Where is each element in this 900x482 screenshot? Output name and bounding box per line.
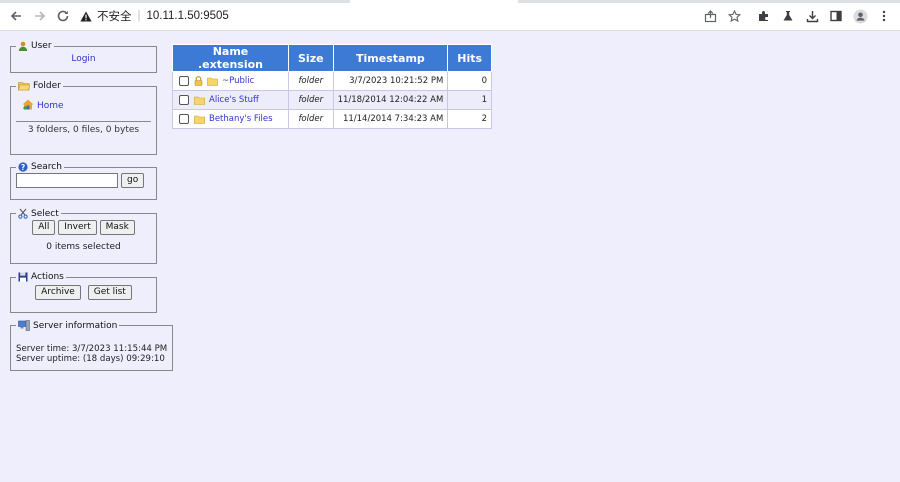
scissors-icon xyxy=(18,208,28,219)
actions-panel-title: Actions xyxy=(31,272,64,282)
search-input[interactable] xyxy=(16,173,118,188)
row-checkbox[interactable] xyxy=(179,76,189,86)
server-time: Server time: 3/7/2023 11:15:44 PM xyxy=(16,344,168,354)
file-timestamp: 11/18/2014 12:04:22 AM xyxy=(332,90,449,110)
profile-avatar-icon[interactable] xyxy=(850,7,870,25)
search-panel: ? Search go xyxy=(10,162,157,200)
actions-panel: Actions Archive Get list xyxy=(10,272,157,313)
file-timestamp: 3/7/2023 10:21:52 PM xyxy=(332,71,449,91)
server-info-legend: Server information xyxy=(16,320,119,331)
file-hits: 2 xyxy=(447,109,493,129)
server-info-panel: Server information Server time: 3/7/2023… xyxy=(10,320,174,371)
table-header-row: Name .extension Size Timestamp Hits xyxy=(172,44,493,72)
folder-panel-title: Folder xyxy=(33,81,61,91)
forward-arrow-icon xyxy=(35,11,46,21)
row-checkbox[interactable] xyxy=(179,114,189,124)
folder-icon xyxy=(194,115,205,124)
select-panel-legend: Select xyxy=(16,208,61,219)
home-link-row[interactable]: Home xyxy=(22,99,151,113)
security-label: 不安全 xyxy=(97,11,132,23)
archive-button[interactable]: Archive xyxy=(35,285,81,300)
file-size: folder xyxy=(288,90,334,110)
file-hits: 0 xyxy=(447,71,493,91)
file-list-table: Name .extension Size Timestamp Hits ~Pub… xyxy=(172,44,493,129)
search-panel-legend: ? Search xyxy=(16,162,64,172)
back-button[interactable] xyxy=(8,8,24,24)
floppy-disk-icon xyxy=(18,272,28,282)
select-panel-title: Select xyxy=(31,208,59,219)
server-computer-icon xyxy=(18,320,30,331)
search-panel-title: Search xyxy=(31,162,62,172)
file-size: folder xyxy=(288,109,334,129)
file-hits: 1 xyxy=(447,90,493,110)
row-checkbox[interactable] xyxy=(179,95,189,105)
column-header-name[interactable]: Name .extension xyxy=(172,44,289,72)
lab-flask-icon[interactable] xyxy=(778,7,798,25)
folder-panel: Folder Home 3 folders, 0 files, 0 bytes xyxy=(10,81,157,155)
open-folder-icon xyxy=(18,81,30,91)
help-question-icon: ? xyxy=(18,162,28,172)
file-name-link[interactable]: Alice's Stuff xyxy=(209,95,259,105)
user-panel: User Login xyxy=(10,41,157,73)
mask-selection-button[interactable]: Mask xyxy=(99,220,135,235)
login-link[interactable]: Login xyxy=(71,54,95,64)
folder-summary: 3 folders, 0 files, 0 bytes xyxy=(27,125,140,135)
user-icon xyxy=(18,41,28,51)
omnibox-divider: | xyxy=(137,10,141,22)
folder-panel-legend: Folder xyxy=(16,81,63,91)
folder-divider xyxy=(16,121,151,122)
file-name-link[interactable]: ~Public xyxy=(222,76,254,86)
home-icon xyxy=(22,99,34,113)
actions-panel-legend: Actions xyxy=(16,272,66,282)
get-list-button[interactable]: Get list xyxy=(87,285,132,300)
side-panel-icon[interactable] xyxy=(826,7,846,25)
reload-button[interactable] xyxy=(55,8,71,24)
table-row: ~Public folder 3/7/2023 10:21:52 PM 0 xyxy=(172,71,493,91)
menu-kebab-icon[interactable] xyxy=(874,7,894,25)
search-go-button[interactable]: go xyxy=(121,173,145,188)
browser-toolbar: 不安全 | 10.11.1.50:9505 xyxy=(0,0,900,31)
file-size: folder xyxy=(288,71,334,91)
back-arrow-icon xyxy=(10,11,21,21)
extension-puzzle-icon[interactable] xyxy=(754,7,774,25)
folder-icon xyxy=(207,77,218,86)
select-all-button[interactable]: All xyxy=(32,220,56,235)
tab-strip xyxy=(0,0,900,3)
user-panel-legend: User xyxy=(16,41,54,51)
lock-icon xyxy=(194,76,203,86)
table-row: Bethany's Files folder 11/14/2014 7:34:2… xyxy=(172,109,493,129)
file-timestamp: 11/14/2014 7:34:23 AM xyxy=(332,109,449,129)
address-bar[interactable]: 不安全 | 10.11.1.50:9505 xyxy=(80,6,760,26)
server-uptime: Server uptime: (18 days) 09:29:10 xyxy=(16,354,165,364)
file-name-link[interactable]: Bethany's Files xyxy=(209,114,273,124)
invert-selection-button[interactable]: Invert xyxy=(58,220,97,235)
url-text[interactable]: 10.11.1.50:9505 xyxy=(147,10,229,22)
server-info-title: Server information xyxy=(33,320,118,331)
file-server-page: User Login Folder Home 3 folders, 0 file… xyxy=(0,31,900,482)
forward-button[interactable] xyxy=(32,8,48,24)
security-indicator[interactable]: 不安全 xyxy=(80,8,132,24)
reload-icon xyxy=(57,10,69,22)
svg-text:?: ? xyxy=(21,163,25,172)
browser-actions xyxy=(696,7,894,25)
warning-icon xyxy=(80,11,92,21)
download-icon[interactable] xyxy=(802,7,822,25)
home-link[interactable]: Home xyxy=(37,101,64,111)
column-header-timestamp[interactable]: Timestamp xyxy=(332,44,449,72)
column-header-size[interactable]: Size xyxy=(288,44,334,72)
folder-icon xyxy=(194,96,205,105)
column-header-hits[interactable]: Hits xyxy=(447,44,493,72)
share-icon[interactable] xyxy=(700,7,720,25)
select-panel: Select All Invert Mask 0 items selected xyxy=(10,208,157,264)
bookmark-star-icon[interactable] xyxy=(724,7,744,25)
selection-status: 0 items selected xyxy=(46,242,121,252)
user-panel-title: User xyxy=(31,41,52,51)
table-row: Alice's Stuff folder 11/18/2014 12:04:22… xyxy=(172,90,493,110)
